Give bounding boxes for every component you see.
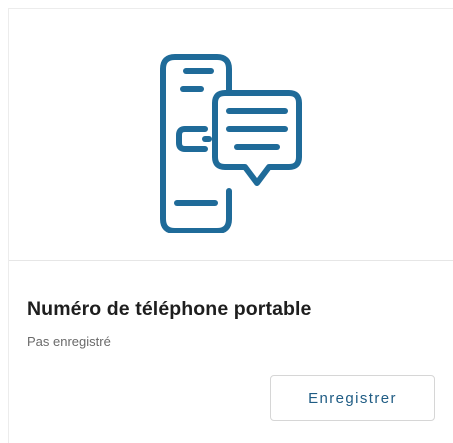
- register-button[interactable]: Enregistrer: [270, 375, 435, 421]
- card-title: Numéro de téléphone portable: [27, 298, 312, 320]
- mobile-phone-chat-icon: [160, 54, 302, 233]
- registration-status: Pas enregistré: [27, 334, 111, 349]
- mobile-phone-card: Numéro de téléphone portable Pas enregis…: [8, 8, 453, 443]
- card-illustration-area: [9, 9, 453, 261]
